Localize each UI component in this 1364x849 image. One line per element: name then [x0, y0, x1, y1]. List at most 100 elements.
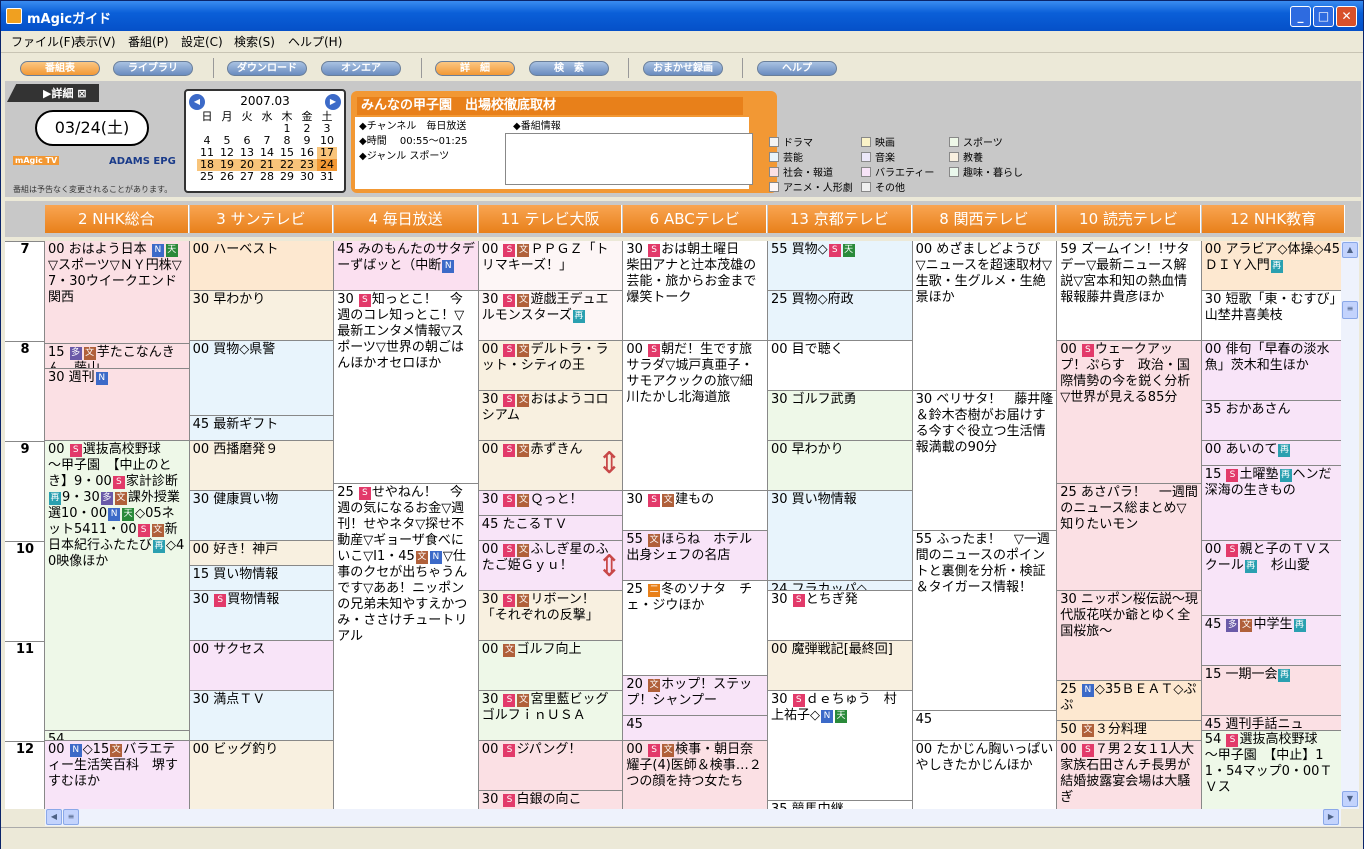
program-cell[interactable]: 45 最新ギフト — [189, 416, 334, 441]
program-cell[interactable]: 00 西播磨発９ — [189, 441, 334, 491]
onair-button[interactable]: オンエア — [321, 61, 401, 76]
calendar-day[interactable]: 29 — [277, 171, 297, 183]
program-cell[interactable]: 45 たこるＴＶ — [478, 516, 623, 541]
epg-button[interactable]: 番組表 — [20, 61, 100, 76]
program-cell[interactable]: 00 S ウェークアップ！ぷらす 政治・国際情勢の今を鋭く分析▽世界が見える85分 — [1057, 341, 1201, 484]
program-cell[interactable]: 25 S せやねん！ 今週の気になるお金▽週刊！せやネタ▽探せ不動産▽ギョーザ食べ… — [334, 483, 478, 809]
program-cell[interactable]: 30 ゴルフ武勇 — [768, 391, 912, 441]
scroll-right-button[interactable]: ▶ — [1323, 809, 1339, 825]
program-cell[interactable]: 30 S 文リボーン！「それぞれの反撃」 — [478, 591, 623, 641]
program-cell[interactable]: 00 ビッグ釣り — [189, 741, 334, 809]
title-bar[interactable]: mAgicガイド _ □ ✕ — [1, 1, 1363, 31]
menu-settings[interactable]: 設定(C) — [181, 33, 223, 50]
program-cell[interactable]: 30 健康買い物 — [189, 491, 334, 541]
scroll-left-button[interactable]: ◀ — [46, 809, 62, 825]
program-cell[interactable]: 30 S 文遊戯王デュエルモンスターズ再 — [478, 291, 623, 341]
program-cell[interactable]: 25 N ◇35ＢＥＡＴ◇ぷぷ — [1057, 681, 1201, 721]
calendar-day[interactable]: 31 — [317, 171, 337, 183]
download-button[interactable]: ダウンロード — [227, 61, 307, 76]
calendar-day[interactable]: 30 — [297, 171, 317, 183]
channel-9[interactable]: 12 NHK教育 — [1201, 205, 1346, 233]
calendar-day[interactable]: 28 — [257, 171, 277, 183]
program-cell[interactable]: 30 短歌「東・むすび」山埜井喜美枝 — [1201, 291, 1341, 341]
program-cell[interactable]: 00 S 文デルトラ・ラット・シティの王 — [478, 341, 623, 391]
program-cell[interactable]: 25 二冬のソナタ チェ・ジウほか — [623, 581, 767, 676]
scroll-up-button[interactable]: ▲ — [1342, 242, 1358, 258]
program-cell[interactable]: 30 買い物情報 — [768, 491, 912, 581]
program-cell[interactable]: 45 — [912, 711, 1057, 741]
program-cell[interactable]: 00 目で聴く — [768, 341, 912, 391]
program-cell[interactable]: 30 ニッポン桜伝説～現代版花咲か爺とゆく全国桜旅～ — [1057, 591, 1201, 681]
program-cell[interactable]: 30 S 白銀の向こ — [478, 791, 623, 809]
channel-6[interactable]: 13 京都テレビ — [768, 205, 912, 233]
detail-button[interactable]: 詳 細 — [435, 61, 515, 76]
program-cell[interactable]: 00 S 朝だ！生です旅サラダ▽城戸真亜子・サモアクックの旅▽細川たかし北海道旅 — [623, 341, 767, 491]
close-button[interactable]: ✕ — [1336, 6, 1357, 27]
channel-1[interactable]: 2 NHK総合 — [45, 205, 189, 233]
program-cell[interactable]: 55 ふったま！ ▽一週間のニュースのポイントと裏側を分析・検証＆タイガース情報… — [912, 531, 1057, 711]
program-cell[interactable]: 30 S 買物情報 — [189, 591, 334, 641]
program-cell[interactable]: 30 S とちぎ発 — [768, 591, 912, 641]
program-cell[interactable]: 00 ハーベスト — [189, 241, 334, 291]
program-cell[interactable]: 45 週刊手話ニュ — [1201, 716, 1341, 731]
program-cell[interactable]: 45 — [623, 716, 767, 741]
vertical-scroll-thumb[interactable]: ≡ — [1342, 301, 1358, 319]
program-cell[interactable]: 00 S 文 ＰＰＧＺ「トリマキーズ！」 — [478, 241, 623, 291]
program-cell[interactable]: 00 あいのて再 — [1201, 441, 1341, 466]
program-cell[interactable]: 54 — [45, 731, 189, 741]
program-cell[interactable]: 30 早わかり — [189, 291, 334, 341]
channel-2[interactable]: 3 サンテレビ — [189, 205, 334, 233]
program-cell[interactable]: 35 競馬中継 — [768, 801, 912, 809]
program-cell[interactable]: 00 S ジパング！ — [478, 741, 623, 791]
program-cell[interactable]: 30 Sｄｅちゅう 村上祐子◇ N 天 — [768, 691, 912, 801]
program-cell[interactable]: 00 S 親と子のＴＶスクール再 杉山愛 — [1201, 541, 1341, 616]
program-cell[interactable]: 50 文 ３分料理 — [1057, 721, 1201, 741]
channel-4[interactable]: 11 テレビ大阪 — [478, 205, 623, 233]
scroll-down-button[interactable]: ▼ — [1342, 791, 1358, 807]
maximize-button[interactable]: □ — [1313, 6, 1334, 27]
program-cell[interactable]: 00 俳句「早春の淡水魚」茨木和生ほか — [1201, 341, 1341, 401]
program-cell[interactable]: 30 S 文 Ｑっと！ — [478, 491, 623, 516]
menu-help[interactable]: ヘルプ(H) — [288, 33, 342, 50]
detail-tab[interactable]: ▶詳細 ⊠ — [7, 84, 99, 102]
library-button[interactable]: ライブラリ — [113, 61, 193, 76]
search-button[interactable]: 検 索 — [529, 61, 609, 76]
program-cell[interactable]: 00 アラビア◇体操◇45ＤＩＹ入門再 — [1201, 241, 1341, 291]
program-cell[interactable]: 30 S 文宮里藍ビッグゴルフｉｎＵＳＡ — [478, 691, 623, 741]
channel-8[interactable]: 10 読売テレビ — [1057, 205, 1201, 233]
channel-3[interactable]: 4 毎日放送 — [334, 205, 478, 233]
program-cell[interactable]: 30 S 知っとこ！ 今週のコレ知っとこ！▽最新エンタメ情報▽スポーツ▽世界の朝ご… — [334, 291, 478, 484]
program-cell[interactable]: 00 魔弾戦記[最終回] — [768, 641, 912, 691]
calendar-day[interactable]: 25 — [197, 171, 217, 183]
calendar-day[interactable]: 26 — [217, 171, 237, 183]
program-cell[interactable]: 15 多文芋たこなんきん 藤山 — [45, 343, 189, 369]
program-cell[interactable]: 30 S おは朝土曜日 柴田アナと辻本茂雄の芸能・旅からお金まで爆笑トーク — [623, 241, 767, 341]
program-cell[interactable]: 00 好き！神戸 — [189, 541, 334, 566]
program-cell[interactable]: 00 たかじん胸いっぱい やしきたかじんほか — [912, 741, 1057, 809]
program-cell[interactable]: 15 買い物情報 — [189, 566, 334, 591]
program-cell[interactable]: 00 サクセス — [189, 641, 334, 691]
program-cell[interactable]: 55 買物◇ S 天 — [768, 241, 912, 291]
program-cell[interactable]: 00 文ゴルフ向上 — [478, 641, 623, 691]
horizontal-scrollbar[interactable]: ◀ ≡ ▶ — [45, 809, 1341, 826]
menu-program[interactable]: 番組(P) — [128, 33, 169, 50]
program-cell[interactable]: 30 S 文おはようコロシアム — [478, 391, 623, 441]
program-cell[interactable]: 30 週刊 N — [45, 368, 189, 441]
program-cell[interactable]: 00 S 選抜高校野球 ～甲子園 【中止のとき】9・00 S 家計診断再 9・30 多文課… — [45, 441, 189, 731]
program-cell[interactable]: 54 S 選抜高校野球 ～甲子園 【中止】1 1・54マップ0・00ＴＶス — [1201, 731, 1341, 809]
vertical-scrollbar[interactable]: ▲ ≡ ▼ — [1341, 241, 1359, 809]
menu-search[interactable]: 検索(S) — [234, 33, 275, 50]
program-cell[interactable]: 00 S ７男２女１1人大家族石田さんチ長男が結婚披露宴会場は大騒ぎ — [1057, 741, 1201, 809]
program-cell[interactable]: 30 ベリサタ！ 藤井隆＆鈴木杏樹がお届けする今すぐ役立つ生活情報満載の90分 — [912, 391, 1057, 531]
program-cell[interactable]: 15 S 土曜塾再ヘンだ深海の生きもの — [1201, 466, 1341, 541]
help-button[interactable]: ヘルプ — [757, 61, 837, 76]
calendar-day[interactable]: 27 — [237, 171, 257, 183]
program-cell[interactable]: 30 S 文建もの — [623, 491, 767, 531]
menu-file[interactable]: ファイル(F) — [11, 33, 75, 50]
program-description[interactable] — [505, 133, 753, 185]
program-cell[interactable]: 24 フラカッパ◇ — [768, 581, 912, 591]
program-cell[interactable]: 25 買物◇府政 — [768, 291, 912, 341]
program-cell[interactable]: 15 一期一会再 — [1201, 666, 1341, 716]
program-cell[interactable]: 00 早わかり — [768, 441, 912, 491]
next-month-button[interactable]: ▶ — [325, 94, 341, 110]
